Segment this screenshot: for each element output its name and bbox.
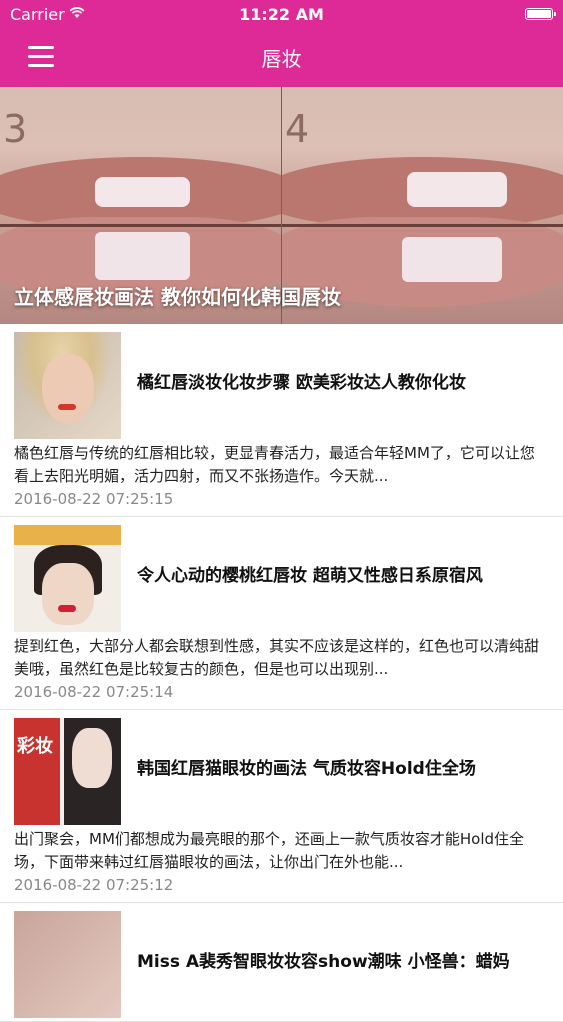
article-title: 橘红唇淡妆化妆步骤 欧美彩妆达人教你化妆 (137, 373, 466, 393)
featured-banner[interactable]: 3 4 立体感唇妆画法 教你如何化韩国唇妆 (0, 87, 563, 324)
article-title: Miss A裴秀智眼妆妆容show潮味 小怪兽：蜡妈 (137, 952, 510, 972)
article-thumbnail (14, 332, 121, 439)
app-header: Carrier 11:22 AM 唇妆 (0, 0, 563, 87)
page-title: 唇妆 (261, 47, 302, 71)
battery-icon (525, 8, 556, 20)
article-date: 2016-08-22 07:25:14 (14, 683, 174, 701)
article-date: 2016-08-22 07:25:15 (14, 490, 174, 508)
article-summary: 橘色红唇与传统的红唇相比较，更显青春活力，最适合年轻MM了，它可以让您看上去阳光… (14, 444, 535, 485)
step-number: 3 (3, 107, 28, 151)
article-thumbnail: 彩妆 (14, 718, 121, 825)
clock: 11:22 AM (239, 5, 324, 24)
nav-bar: 唇妆 (0, 30, 563, 87)
article-thumbnail (14, 525, 121, 632)
article-date: 2016-08-22 07:25:12 (14, 876, 174, 894)
list-item[interactable]: 彩妆 韩国红唇猫眼妆的画法 气质妆容Hold住全场 出门聚会，MM们都想成为最亮… (0, 710, 563, 903)
thumbnail-label: 彩妆 (17, 736, 53, 757)
list-item[interactable]: 令人心动的樱桃红唇妆 超萌又性感日系原宿风 提到红色，大部分人都会联想到性感，其… (0, 517, 563, 710)
list-item[interactable]: 橘红唇淡妆化妆步骤 欧美彩妆达人教你化妆 橘色红唇与传统的红唇相比较，更显青春活… (0, 324, 563, 517)
status-bar: Carrier 11:22 AM (0, 0, 563, 30)
article-title: 令人心动的樱桃红唇妆 超萌又性感日系原宿风 (137, 566, 483, 586)
list-item[interactable]: Miss A裴秀智眼妆妆容show潮味 小怪兽：蜡妈 (0, 903, 563, 1022)
banner-caption: 立体感唇妆画法 教你如何化韩国唇妆 (14, 285, 341, 309)
article-thumbnail (14, 911, 121, 1018)
article-summary: 出门聚会，MM们都想成为最亮眼的那个，还画上一款气质妆容才能Hold住全场，下面… (14, 830, 525, 871)
step-number: 4 (285, 107, 310, 151)
article-title: 韩国红唇猫眼妆的画法 气质妆容Hold住全场 (137, 759, 476, 779)
article-summary: 提到红色，大部分人都会联想到性感，其实不应该是这样的，红色也可以清纯甜美哦，虽然… (14, 637, 540, 678)
